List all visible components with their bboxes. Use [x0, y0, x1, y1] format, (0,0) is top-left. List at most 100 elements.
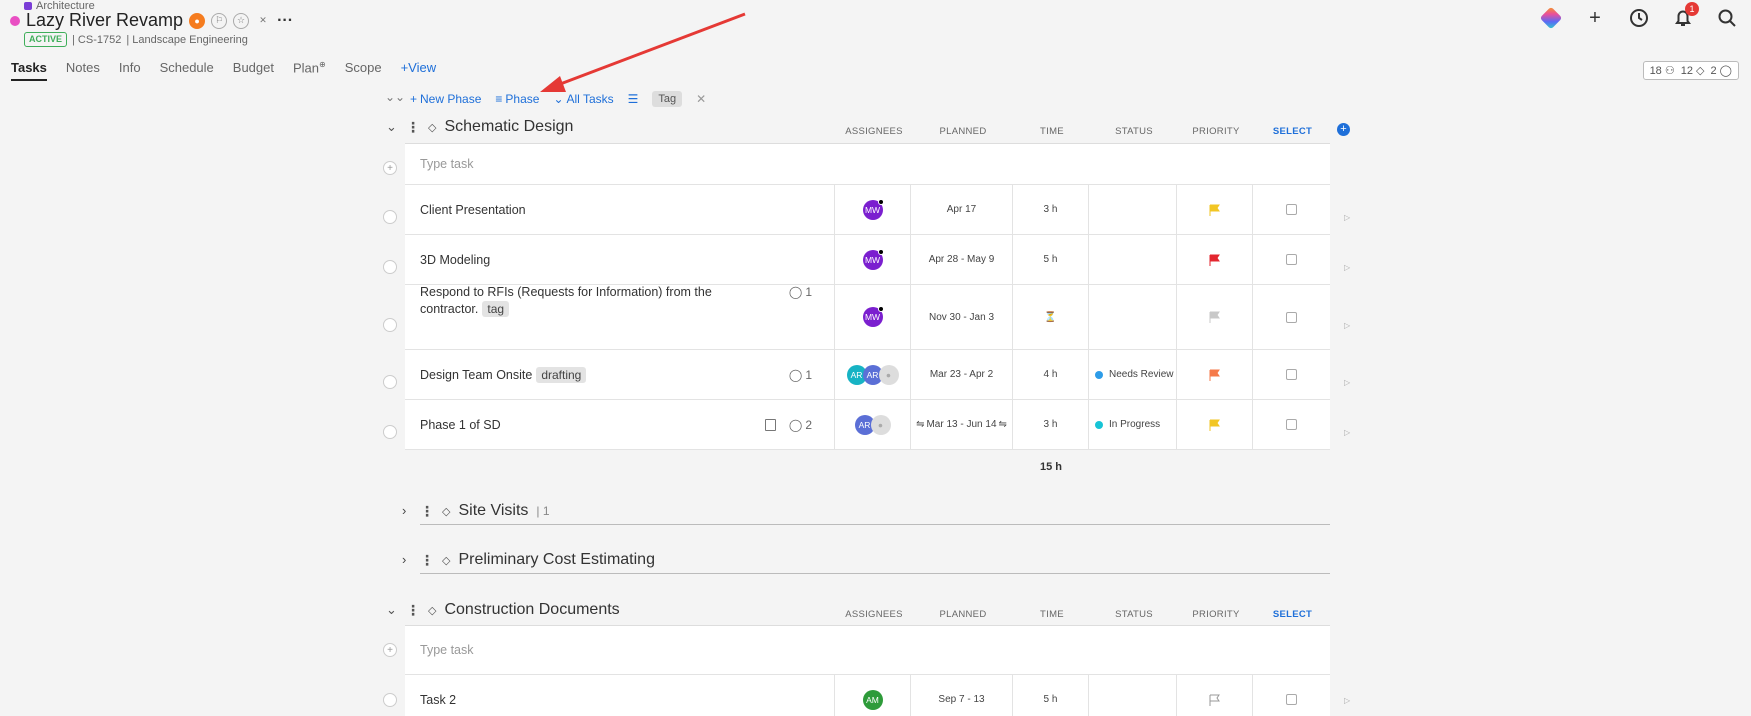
select-checkbox[interactable]	[1286, 254, 1297, 265]
assignees-cell[interactable]: MW	[835, 285, 911, 349]
priority-cell[interactable]	[1177, 350, 1253, 399]
select-cell[interactable]	[1253, 350, 1330, 399]
collapse-all-icon[interactable]: ⌄⌄	[385, 90, 405, 104]
assignees-cell[interactable]: AM	[835, 675, 911, 716]
phase-header-preliminary[interactable]: ⋮ ◇ Preliminary Cost Estimating	[420, 551, 1330, 574]
comment-count[interactable]: ◯ 2	[789, 418, 812, 432]
add-column-icon[interactable]: +	[1337, 123, 1350, 136]
col-planned[interactable]: PLANNED	[912, 609, 1014, 620]
col-status[interactable]: STATUS	[1090, 609, 1178, 620]
col-select[interactable]: SELECT	[1254, 126, 1331, 137]
select-checkbox[interactable]	[1286, 369, 1297, 380]
expand-arrow-icon[interactable]: ▷	[1344, 378, 1350, 387]
task-name[interactable]: Design Team Onsite drafting ◯ 1	[405, 350, 835, 399]
add-view-tab[interactable]: +View	[401, 60, 437, 81]
col-priority[interactable]: PRIORITY	[1178, 126, 1254, 137]
chevron-right-icon[interactable]: ›	[402, 503, 406, 518]
more-menu-icon[interactable]: ···	[277, 12, 293, 30]
col-status[interactable]: STATUS	[1090, 126, 1178, 137]
assignees-cell[interactable]: AR ●	[835, 400, 911, 449]
star-icon[interactable]: ☆	[233, 12, 250, 29]
tab-info[interactable]: Info	[119, 60, 141, 81]
phase-title[interactable]: Site Visits	[458, 502, 528, 520]
status-cell[interactable]	[1089, 675, 1177, 716]
chevron-down-icon[interactable]: ⌄	[386, 602, 398, 618]
status-cell[interactable]	[1089, 285, 1177, 349]
priority-cell[interactable]	[1177, 400, 1253, 449]
priority-cell[interactable]	[1177, 285, 1253, 349]
status-cell[interactable]	[1089, 235, 1177, 284]
comment-count[interactable]: ◯ 1	[789, 285, 812, 299]
table-row[interactable]: Task 2 AM Sep 7 - 13 5 h	[405, 675, 1330, 716]
expand-arrow-icon[interactable]: ▷	[1344, 428, 1350, 437]
select-cell[interactable]	[1253, 185, 1330, 234]
tab-tasks[interactable]: Tasks	[11, 60, 47, 81]
clear-filter-icon[interactable]: ✕	[696, 92, 706, 106]
expand-arrow-icon[interactable]: ▷	[1344, 321, 1350, 330]
add-task-icon[interactable]: +	[383, 643, 397, 657]
select-cell[interactable]	[1253, 400, 1330, 449]
col-time[interactable]: TIME	[1014, 126, 1090, 137]
search-icon[interactable]	[1715, 6, 1739, 30]
note-icon[interactable]	[765, 418, 776, 431]
drag-handle-icon[interactable]: ⋮	[420, 503, 434, 520]
complete-toggle[interactable]	[383, 375, 397, 389]
task-name[interactable]: Client Presentation	[405, 185, 835, 234]
tab-notes[interactable]: Notes	[66, 60, 100, 81]
project-counts[interactable]: 18 ⚇ 12 ◇ 2 ◯	[1642, 61, 1739, 80]
complete-toggle[interactable]	[383, 425, 397, 439]
bell-icon[interactable]: 1	[1671, 2, 1699, 30]
app-logo-icon[interactable]	[1539, 6, 1563, 30]
type-task-input[interactable]: Type task	[405, 625, 1330, 675]
table-row[interactable]: Design Team Onsite drafting ◯ 1 AR AR ● Ma…	[405, 350, 1330, 400]
expand-arrow-icon[interactable]: ▷	[1344, 263, 1350, 272]
chevron-right-icon[interactable]: ›	[402, 552, 406, 567]
page-title[interactable]: Lazy River Revamp	[26, 10, 183, 31]
phase-group-button[interactable]: ≡ Phase	[495, 92, 539, 106]
select-cell[interactable]	[1253, 235, 1330, 284]
comment-count[interactable]: ◯ 1	[789, 368, 812, 382]
col-priority[interactable]: PRIORITY	[1178, 609, 1254, 620]
priority-cell[interactable]	[1177, 235, 1253, 284]
flag-icon[interactable]: ⚐	[211, 12, 228, 29]
status-cell[interactable]: In Progress	[1089, 400, 1177, 449]
table-row[interactable]: Respond to RFIs (Requests for Informatio…	[405, 285, 1330, 350]
planned-cell[interactable]: Nov 30 - Jan 3	[911, 285, 1013, 349]
select-cell[interactable]	[1253, 285, 1330, 349]
phase-title[interactable]: Schematic Design	[444, 118, 573, 136]
select-checkbox[interactable]	[1286, 204, 1297, 215]
phase-title[interactable]: Preliminary Cost Estimating	[458, 551, 655, 569]
clock-icon[interactable]	[1627, 6, 1651, 30]
expand-arrow-icon[interactable]: ▷	[1344, 213, 1350, 222]
task-tag[interactable]: tag	[482, 301, 510, 317]
task-name[interactable]: Phase 1 of SD ◯ 2	[405, 400, 835, 449]
assignees-cell[interactable]: AR AR ●	[835, 350, 911, 399]
select-checkbox[interactable]	[1286, 694, 1297, 705]
time-cell[interactable]: 5 h	[1013, 675, 1089, 716]
priority-cell[interactable]	[1177, 675, 1253, 716]
planned-cell[interactable]: Sep 7 - 13	[911, 675, 1013, 716]
select-checkbox[interactable]	[1286, 419, 1297, 430]
select-cell[interactable]	[1253, 675, 1330, 716]
fire-icon[interactable]: ●	[189, 12, 206, 29]
complete-toggle[interactable]	[383, 210, 397, 224]
status-cell[interactable]	[1089, 185, 1177, 234]
col-time[interactable]: TIME	[1014, 609, 1090, 620]
assignees-cell[interactable]: MW	[835, 185, 911, 234]
new-phase-button[interactable]: + New Phase	[410, 92, 481, 106]
tag-filter-chip[interactable]: Tag	[652, 91, 683, 107]
hourglass-icon[interactable]: ⏳	[1013, 285, 1089, 349]
time-cell[interactable]: 3 h	[1013, 185, 1089, 234]
select-checkbox[interactable]	[1286, 311, 1297, 323]
tab-budget[interactable]: Budget	[233, 60, 274, 81]
add-icon[interactable]: +	[1583, 6, 1607, 30]
planned-cell[interactable]: Mar 23 - Apr 2	[911, 350, 1013, 399]
phase-title[interactable]: Construction Documents	[444, 601, 619, 619]
priority-cell[interactable]	[1177, 185, 1253, 234]
planned-cell[interactable]: Apr 28 - May 9	[911, 235, 1013, 284]
unpin-icon[interactable]: ✕	[255, 13, 271, 29]
time-cell[interactable]: 4 h	[1013, 350, 1089, 399]
add-task-icon[interactable]: +	[383, 161, 397, 175]
task-tag[interactable]: drafting	[536, 366, 587, 383]
filter-icon[interactable]: ☰	[628, 92, 639, 106]
